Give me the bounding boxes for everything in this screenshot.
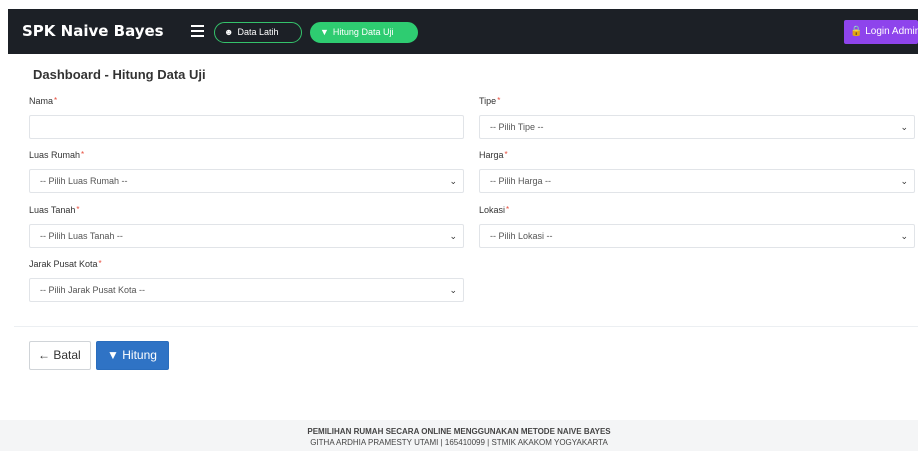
luas-tanah-label: Luas Tanah* — [29, 205, 80, 215]
batal-button[interactable]: ← Batal — [29, 341, 91, 370]
luas-rumah-select[interactable]: -- Pilih Luas Rumah -- ⌄ — [29, 169, 464, 193]
tipe-selected: -- Pilih Tipe -- — [490, 122, 544, 132]
luas-rumah-selected: -- Pilih Luas Rumah -- — [40, 176, 128, 186]
top-navbar: SPK Naive Bayes ☻ Data Latih ▼ Hitung Data… — [8, 9, 918, 54]
required-mark: * — [81, 150, 85, 159]
tipe-label-text: Tipe — [479, 96, 497, 106]
luas-tanah-select[interactable]: -- Pilih Luas Tanah -- ⌄ — [29, 224, 464, 248]
lock-icon: 🔒 — [850, 26, 863, 37]
filter-icon: ▼ — [320, 27, 329, 37]
luas-rumah-label: Luas Rumah* — [29, 150, 84, 160]
harga-select[interactable]: -- Pilih Harga -- ⌄ — [479, 169, 915, 193]
chevron-down-icon: ⌄ — [900, 122, 908, 132]
chevron-down-icon: ⌄ — [449, 231, 457, 241]
login-admin-label: Login Admin — [865, 26, 918, 37]
login-admin-button[interactable]: 🔒 Login Admin — [844, 20, 918, 44]
hitung-label: Hitung — [122, 348, 157, 362]
harga-label-text: Harga — [479, 150, 504, 160]
jarak-pusat-kota-label: Jarak Pusat Kota* — [29, 259, 102, 269]
chevron-down-icon: ⌄ — [900, 176, 908, 186]
chevron-down-icon: ⌄ — [900, 231, 908, 241]
required-mark: * — [506, 205, 510, 214]
batal-label: Batal — [53, 348, 81, 362]
lokasi-selected: -- Pilih Lokasi -- — [490, 231, 553, 241]
luas-tanah-label-text: Luas Tanah — [29, 205, 76, 215]
nama-label-text: Nama — [29, 96, 54, 106]
tipe-label: Tipe* — [479, 96, 500, 106]
hitung-button[interactable]: ▼ Hitung — [96, 341, 169, 370]
required-mark: * — [504, 150, 508, 159]
nama-input[interactable] — [29, 115, 464, 139]
chevron-down-icon: ⌄ — [449, 285, 457, 295]
tipe-select[interactable]: -- Pilih Tipe -- ⌄ — [479, 115, 915, 139]
users-icon: ☻ — [224, 27, 234, 37]
footer-title: PEMILIHAN RUMAH SECARA ONLINE MENGGUNAKA… — [307, 427, 611, 436]
footer-credit: GITHA ARDHIA PRAMESTY UTAMI | 165410099 … — [310, 438, 608, 447]
luas-tanah-selected: -- Pilih Luas Tanah -- — [40, 231, 123, 241]
hitung-data-uji-label: Hitung Data Uji — [332, 27, 394, 37]
brand-title[interactable]: SPK Naive Bayes — [22, 22, 164, 40]
required-mark: * — [54, 96, 58, 105]
luas-rumah-label-text: Luas Rumah — [29, 150, 81, 160]
data-latih-button[interactable]: ☻ Data Latih — [214, 22, 302, 43]
page-title: Dashboard - Hitung Data Uji — [33, 67, 206, 82]
form-divider — [14, 326, 918, 327]
required-mark: * — [497, 96, 501, 105]
hitung-data-uji-button[interactable]: ▼ Hitung Data Uji — [310, 22, 418, 43]
harga-label: Harga* — [479, 150, 508, 160]
lokasi-label-text: Lokasi — [479, 205, 506, 215]
harga-selected: -- Pilih Harga -- — [490, 176, 552, 186]
lokasi-select[interactable]: -- Pilih Lokasi -- ⌄ — [479, 224, 915, 248]
arrow-left-icon: ← — [38, 348, 50, 362]
jarak-pusat-kota-select[interactable]: -- Pilih Jarak Pusat Kota -- ⌄ — [29, 278, 464, 302]
lokasi-label: Lokasi* — [479, 205, 509, 215]
data-latih-label: Data Latih — [237, 27, 279, 37]
jarak-pusat-kota-label-text: Jarak Pusat Kota — [29, 259, 98, 269]
nama-label: Nama* — [29, 96, 57, 106]
chevron-down-icon: ⌄ — [449, 176, 457, 186]
jarak-pusat-kota-selected: -- Pilih Jarak Pusat Kota -- — [40, 285, 146, 295]
required-mark: * — [98, 259, 102, 268]
hamburger-icon[interactable] — [191, 25, 204, 37]
filter-icon: ▼ — [107, 348, 119, 362]
footer: PEMILIHAN RUMAH SECARA ONLINE MENGGUNAKA… — [0, 420, 918, 451]
required-mark: * — [76, 205, 80, 214]
